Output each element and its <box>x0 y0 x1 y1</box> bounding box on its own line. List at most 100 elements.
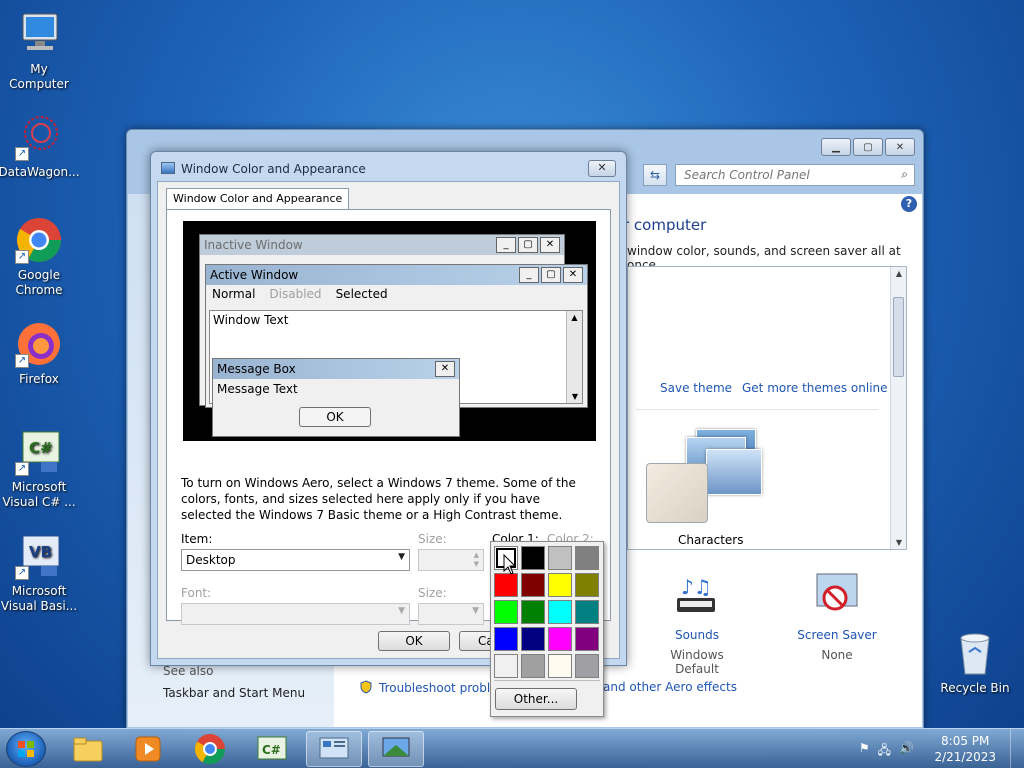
desktop-icon-chrome[interactable]: ↗ Google Chrome <box>0 216 78 298</box>
action-center-icon[interactable]: ⚑ <box>859 741 870 762</box>
desktop-icon-visual-basic[interactable]: VB ↗ Microsoft Visual Basi... <box>0 532 78 614</box>
scrollbar-thumb[interactable] <box>893 297 904 377</box>
taskbar-visual-csharp[interactable]: C# <box>244 731 300 767</box>
chrome-icon: ↗ <box>15 216 63 264</box>
color-swatch[interactable] <box>548 573 572 597</box>
color-swatch[interactable] <box>575 600 599 624</box>
desktop-icon-label: Google Chrome <box>15 268 63 297</box>
other-color-button[interactable]: Other... <box>495 688 577 710</box>
color-swatch[interactable] <box>548 600 572 624</box>
system-tray: ⚑ 🖧 🔊 <box>859 741 914 762</box>
color-swatch[interactable] <box>575 546 599 570</box>
shortcut-arrow-icon: ↗ <box>15 354 29 368</box>
color-swatch[interactable] <box>494 573 518 597</box>
troubleshoot-label[interactable]: Troubleshoot probler <box>379 681 502 695</box>
color-swatch[interactable] <box>575 573 599 597</box>
taskbar-control-panel[interactable] <box>306 731 362 767</box>
taskbar-explorer[interactable] <box>60 731 116 767</box>
theme-list[interactable]: Save theme Get more themes online Charac… <box>627 266 907 550</box>
chevron-down-icon: ▼ <box>472 606 479 616</box>
taskbar-media-player[interactable] <box>120 731 176 767</box>
desktop-icon-datawagon[interactable]: ↗ DataWagon... <box>0 113 80 180</box>
preview-message-box: Message Box ✕ Message Text OK <box>212 358 460 437</box>
personalization-icon <box>382 737 410 757</box>
font-size-label: Size: <box>418 586 447 600</box>
dialog-title: Window Color and Appearance <box>181 162 366 176</box>
color-swatch[interactable] <box>521 627 545 651</box>
item-label: Item: <box>181 532 213 546</box>
svg-text:C#: C# <box>29 439 53 457</box>
color-swatch[interactable] <box>575 654 599 678</box>
description-text: To turn on Windows Aero, select a Window… <box>181 476 576 522</box>
volume-icon[interactable]: 🔊 <box>899 741 914 762</box>
maximize-button[interactable]: ▢ <box>853 138 883 156</box>
ok-button[interactable]: OK <box>378 631 450 651</box>
search-input[interactable]: Search Control Panel ⌕ <box>675 164 915 186</box>
close-icon: ✕ <box>435 361 455 377</box>
visual-csharp-icon: C# ↗ <box>15 428 63 476</box>
active-window-title: Active Window <box>210 268 299 282</box>
color-swatch[interactable] <box>521 600 545 624</box>
color-swatch[interactable] <box>494 654 518 678</box>
color-swatch[interactable] <box>521 654 545 678</box>
close-button[interactable]: ✕ <box>885 138 915 156</box>
desktop-icon-recycle-bin[interactable]: Recycle Bin <box>940 630 1010 695</box>
aero-effects-link[interactable]: and other Aero effects <box>603 680 737 694</box>
font-select[interactable]: ▼ <box>181 603 410 625</box>
sounds-setting[interactable]: ♪♫ Sounds Windows Default <box>647 570 747 676</box>
show-desktop-button[interactable] <box>1010 729 1024 768</box>
start-button[interactable] <box>6 731 46 767</box>
desktop-icon-visual-csharp[interactable]: C# ↗ Microsoft Visual C# ... <box>0 428 78 510</box>
clock[interactable]: 8:05 PM 2/21/2023 <box>934 733 996 765</box>
sounds-value: Windows Default <box>670 648 724 676</box>
color-swatch[interactable] <box>521 546 545 570</box>
taskbar-chrome[interactable] <box>182 731 238 767</box>
appearance-preview[interactable]: Inactive Window _ ▢ ✕ Active Window _ ▢ ✕ No… <box>183 221 596 441</box>
save-theme-link[interactable]: Save theme <box>660 381 732 395</box>
dialog-close-button[interactable]: ✕ <box>588 160 616 177</box>
size-stepper[interactable]: ▲ ▼ <box>418 549 484 571</box>
item-select[interactable]: Desktop ▼ <box>181 549 410 571</box>
taskbar-window-color[interactable] <box>368 731 424 767</box>
taskbar-start-menu-link[interactable]: Taskbar and Start Menu <box>163 686 305 700</box>
theme-thumbnail[interactable] <box>646 463 708 523</box>
desktop-icon-firefox[interactable]: ↗ Firefox <box>0 320 78 387</box>
preview-menu-bar: Normal Disabled Selected <box>206 285 587 305</box>
screen-saver-setting[interactable]: Screen Saver None <box>789 570 885 662</box>
close-icon: ✕ <box>540 237 560 253</box>
desktop-icon-my-computer[interactable]: My Computer <box>0 10 78 92</box>
refresh-button[interactable]: ⇆ <box>643 164 667 186</box>
clock-date: 2/21/2023 <box>934 750 996 764</box>
minimize-button[interactable]: ▁ <box>821 138 851 156</box>
sounds-link[interactable]: Sounds <box>647 628 747 642</box>
scroll-down-icon[interactable]: ▼ <box>891 538 907 547</box>
troubleshoot-link[interactable]: Troubleshoot probler <box>359 680 502 695</box>
scroll-up-icon[interactable]: ▲ <box>891 269 907 278</box>
screen-saver-link[interactable]: Screen Saver <box>789 628 885 642</box>
color-swatch[interactable] <box>548 627 572 651</box>
message-box-ok: OK <box>299 407 371 427</box>
search-icon[interactable]: ⌕ <box>901 167 908 182</box>
help-icon[interactable]: ? <box>901 196 917 212</box>
menu-normal: Normal <box>212 287 256 301</box>
color-swatch[interactable] <box>548 654 572 678</box>
color-swatch[interactable] <box>494 627 518 651</box>
scrollbar[interactable]: ▲ ▼ <box>890 267 906 549</box>
desktop-icon-label: Microsoft Visual Basi... <box>0 584 78 613</box>
desktop-icon-label: My Computer <box>9 62 69 91</box>
divider <box>494 680 600 681</box>
more-themes-link[interactable]: Get more themes online <box>742 381 888 395</box>
computer-icon <box>15 10 63 58</box>
font-size-select[interactable]: ▼ <box>418 603 484 625</box>
folder-icon <box>73 737 103 762</box>
network-icon[interactable]: 🖧 <box>878 741 891 762</box>
color-swatch[interactable] <box>521 573 545 597</box>
color-swatch[interactable] <box>575 627 599 651</box>
item-value: Desktop <box>186 553 236 567</box>
page-title: r computer <box>623 216 707 234</box>
preview-scrollbar: ▲ ▼ <box>566 311 582 403</box>
clock-time: 8:05 PM <box>941 734 990 748</box>
color-swatch[interactable] <box>494 600 518 624</box>
tab-window-color[interactable]: Window Color and Appearance <box>166 188 350 210</box>
color-swatch[interactable] <box>548 546 572 570</box>
